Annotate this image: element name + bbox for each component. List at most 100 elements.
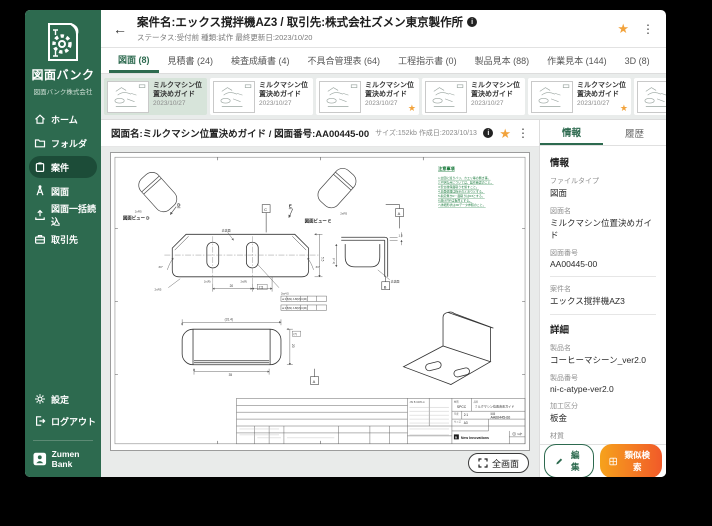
thumbnail-name: ミルクマシン位置決めガイド: [471, 82, 520, 99]
thumbnail-name: ミルクマシン位置決めガイド: [577, 82, 626, 99]
content-row: 図面名:ミルクマシン位置決めガイド / 図面番号:AA00445-00 サイズ:…: [101, 120, 666, 477]
similar-search-button[interactable]: 類似検索: [600, 444, 662, 477]
case-title-row: 案件名:エックス撹拌機AZ3 / 取引先:株式会社ズメン東京製作所 i: [137, 14, 607, 30]
tab-process-instructions[interactable]: 工程指示書 (0): [389, 48, 466, 73]
note-line: 3.安全確保面取りを施すこと。: [438, 184, 479, 189]
info-panel: 情報 履歴 情報 ファイルタイプ 図面 図面名 ミルクマシン位置決めガイド 図面…: [540, 120, 666, 477]
svg-text:n: n: [455, 436, 457, 440]
thumbnail-card[interactable]: ミルクマシン位置決めガイド 2023/10/27: [210, 78, 313, 115]
info-icon[interactable]: i: [467, 17, 478, 27]
front-view: [181, 328, 282, 366]
datum-letter: B: [384, 284, 387, 289]
drawing-meta: サイズ:152kb 作成日:2023/10/13 12:00: [375, 130, 477, 137]
sidebar-bottom: 設定 ログアウト Zumen Bank: [25, 388, 101, 477]
case-status-line: ステータス:受付前 種類:試作 最終更新日:2023/10/20: [137, 33, 313, 42]
field-label: 製品番号: [550, 375, 578, 382]
tab-defect-list[interactable]: 不具合管理表 (64): [299, 48, 390, 73]
main-area: ← 案件名:エックス撹拌機AZ3 / 取引先:株式会社ズメン東京製作所 i ステ…: [101, 10, 666, 477]
thumbnail-card[interactable]: ミルクマシン位置決めガイド 2023/10/27 ★: [528, 78, 631, 115]
favorite-star-icon[interactable]: ★: [617, 22, 629, 35]
thumbnail-card[interactable]: ミルクマシン位置決めガイド 2023/10/27 ★: [316, 78, 419, 115]
sidebar-item-projects[interactable]: 案件: [29, 156, 97, 178]
fullscreen-icon: [478, 458, 488, 468]
info-panel-tabs: 情報 履歴: [540, 120, 666, 146]
view-e-object: [317, 168, 357, 209]
field-label: 材質: [550, 433, 564, 440]
tab-history[interactable]: 履歴: [603, 120, 666, 145]
drawing-thumbnail: [425, 81, 467, 113]
info-section-heading: 情報: [550, 158, 570, 169]
dim-label: 1.5: [399, 233, 403, 237]
info-field: 加工区分 板金: [550, 401, 656, 424]
info-field: 案件名 エックス撹拌機AZ3: [550, 284, 656, 307]
size-label: サイズ: [454, 419, 462, 423]
kebab-menu-icon[interactable]: ⋮: [517, 127, 529, 139]
gdt-note: 2x⌀4.5: [281, 292, 289, 296]
viewer-body: 注意事項 1.全図に渡りバリ、カエリ等の無き事。 2.不明な点については、製作確…: [101, 147, 539, 477]
thumbnail-date: 2023/10/27: [471, 100, 504, 107]
sidebar-item-bulk-import[interactable]: 図面一括読込: [25, 204, 101, 227]
account-row[interactable]: Zumen Bank: [25, 449, 101, 469]
info-icon[interactable]: i: [483, 128, 494, 138]
kebab-menu-icon[interactable]: ⋮: [642, 23, 654, 35]
upload-icon: [35, 209, 45, 220]
section-letter: D: [177, 203, 181, 208]
favorite-star-icon[interactable]: ★: [499, 127, 511, 140]
tab-cam[interactable]: CAM (16): [659, 48, 666, 73]
edit-button[interactable]: 編集: [544, 444, 595, 477]
datum-letter: A: [398, 211, 401, 216]
tab-drawings[interactable]: 図面 (8): [109, 48, 159, 73]
tab-work-samples[interactable]: 作業見本 (144): [538, 48, 616, 73]
similar-search-label: 類似検索: [624, 450, 650, 472]
sidebar-item-home[interactable]: ホーム: [25, 108, 101, 130]
drawing-canvas[interactable]: 注意事項 1.全図に渡りバリ、カエリ等の無き事。 2.不明な点については、製作確…: [110, 152, 530, 451]
sidebar-item-drawings[interactable]: 図面: [25, 180, 101, 202]
favorite-star-icon[interactable]: ★: [620, 103, 628, 114]
sidebar-item-logout[interactable]: ログアウト: [25, 410, 101, 432]
tab-3d[interactable]: 3D (8): [616, 48, 659, 73]
note-line: 4.表面処理は指示のとおりとする。: [438, 189, 485, 194]
thumbnail-name: ミルクマシン位置決めガイド: [153, 82, 202, 99]
field-value: AA00445-00: [550, 259, 598, 269]
favorite-star-icon[interactable]: ★: [408, 103, 416, 114]
sidebar-item-partners[interactable]: 取引先: [25, 228, 101, 250]
field-value: ni-c-atype-ver2.0: [550, 384, 614, 394]
clipboard-icon: [35, 162, 45, 173]
briefcase-icon: [35, 235, 46, 244]
dim-label: 7.5: [259, 285, 264, 289]
divider: [550, 314, 656, 315]
dim-label: (31.4): [225, 317, 233, 321]
edit-label: 編集: [570, 450, 580, 472]
thumbnail-card[interactable]: ミルクマシン位置決めガイド 2023/10/27: [634, 78, 666, 115]
isometric-view: [402, 311, 494, 385]
field-label: 案件名: [550, 286, 571, 293]
sidebar-item-folder[interactable]: フォルダ: [25, 132, 101, 154]
tab-inspection-reports[interactable]: 検査成績書 (4): [222, 48, 299, 73]
tolerance-standard: JIS B 0405-m: [409, 400, 424, 404]
tab-quotes[interactable]: 見積書 (24): [159, 48, 223, 73]
tab-product-samples[interactable]: 製品見本 (88): [466, 48, 539, 73]
similar-search-icon: [609, 457, 618, 465]
fullscreen-button[interactable]: 全画面: [467, 453, 529, 473]
note-line: 7.詳細形状は3Dデータ参照のこと。: [438, 202, 486, 207]
thumbnail-texts: ミルクマシン位置決めガイド 2023/10/27: [153, 81, 204, 112]
gear-icon: [35, 394, 45, 404]
brand-block: 図面バンク 図面バンク株式会社: [25, 10, 101, 96]
back-button[interactable]: ←: [113, 22, 127, 36]
thumbnail-card[interactable]: ミルクマシン位置決めガイド 2023/10/27: [104, 78, 207, 115]
field-label: 製品名: [550, 345, 571, 352]
drawing-notes: 注意事項 1.全図に渡りバリ、カエリ等の無き事。 2.不明な点については、製作確…: [438, 165, 493, 207]
viewer-header: 図面名:ミルクマシン位置決めガイド / 図面番号:AA00445-00 サイズ:…: [101, 120, 539, 147]
screenshot-stage: 図面バンク 図面バンク株式会社 ホーム フォルダ 案件 図面 図面一括読込 取引…: [0, 0, 712, 526]
sidebar-item-label: ログアウト: [51, 416, 97, 427]
info-field: 材質 SPCC: [550, 431, 656, 444]
surface-label: 表裏面: [222, 227, 231, 232]
avatar-icon: [33, 452, 47, 466]
plan-view: [171, 233, 310, 278]
sidebar-item-settings[interactable]: 設定: [25, 388, 101, 410]
tab-info[interactable]: 情報: [540, 120, 603, 145]
drawing-number-value: AA00445-00: [490, 415, 510, 419]
thumbnail-card[interactable]: ミルクマシン位置決めガイド 2023/10/27: [422, 78, 525, 115]
info-field: 製品名 コーヒーマシーン_ver2.0: [550, 343, 656, 366]
view-e-label: 図面ビュー E: [305, 217, 331, 224]
